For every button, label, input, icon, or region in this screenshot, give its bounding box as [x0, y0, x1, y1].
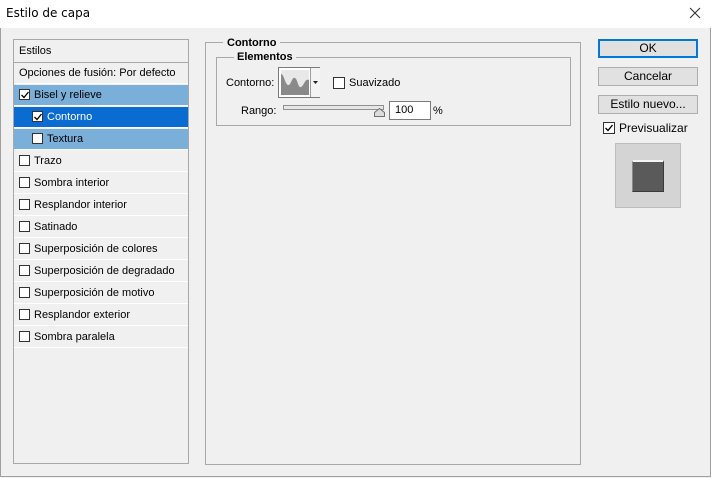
contour-thumbnail[interactable]: [281, 70, 309, 95]
close-icon: [689, 7, 701, 19]
contour-dropdown-button[interactable]: [310, 68, 320, 97]
checkmark-icon: [34, 113, 43, 121]
style-checkbox[interactable]: [19, 331, 30, 342]
dropdown-arrow-icon: [313, 81, 318, 84]
style-checkbox[interactable]: [19, 89, 30, 100]
style-checkbox[interactable]: [32, 111, 43, 122]
blending-options-item[interactable]: Opciones de fusión: Por defecto: [14, 63, 188, 84]
style-checkbox[interactable]: [19, 287, 30, 298]
style-item-textura[interactable]: Textura: [14, 129, 188, 150]
style-item-label: Contorno: [47, 111, 93, 123]
styles-header-label: Estilos: [19, 45, 52, 57]
style-checkbox[interactable]: [32, 133, 43, 144]
style-item-contorno[interactable]: Contorno: [14, 107, 188, 128]
style-item-satinado[interactable]: Satinado: [14, 217, 188, 238]
style-item-label: Trazo: [34, 155, 62, 167]
style-item-superposicion-de-colores[interactable]: Superposición de colores: [14, 239, 188, 260]
contour-picker[interactable]: [278, 67, 320, 98]
style-item-sombra-interior[interactable]: Sombra interior: [14, 173, 188, 194]
smooth-checkbox[interactable]: [333, 77, 345, 89]
contour-label: Contorno:: [226, 77, 275, 89]
title-bar: Estilo de capa: [0, 0, 711, 28]
style-item-label: Sombra interior: [34, 177, 110, 189]
style-checkbox[interactable]: [19, 221, 30, 232]
close-button[interactable]: [682, 2, 708, 24]
cancel-button[interactable]: Cancelar: [598, 67, 698, 86]
style-item-superposicion-de-motivo[interactable]: Superposición de motivo: [14, 283, 188, 304]
elements-group-title: Elementos: [234, 51, 296, 63]
preview-swatch: [632, 160, 664, 192]
contour-curve-icon: [281, 74, 309, 95]
style-item-label: Textura: [47, 133, 84, 145]
range-unit-label: %: [433, 105, 443, 117]
style-item-resplandor-interior[interactable]: Resplandor interior: [14, 195, 188, 216]
style-checkbox[interactable]: [19, 309, 30, 320]
preview-checkbox[interactable]: [603, 122, 615, 134]
range-slider-track[interactable]: [283, 105, 384, 110]
preview-thumbnail: [615, 143, 681, 208]
style-item-label: Superposición de degradado: [34, 265, 175, 277]
style-item-trazo[interactable]: Trazo: [14, 151, 188, 172]
range-input[interactable]: 100: [389, 101, 431, 120]
window-title: Estilo de capa: [6, 6, 91, 20]
style-item-label: Superposición de motivo: [34, 287, 155, 299]
style-item-resplandor-exterior[interactable]: Resplandor exterior: [14, 305, 188, 326]
style-item-bisel-y-relieve[interactable]: Bisel y relieve: [14, 85, 188, 106]
contour-group-title: Contorno: [223, 37, 281, 49]
style-item-label: Resplandor exterior: [34, 309, 130, 321]
style-checkbox[interactable]: [19, 155, 30, 166]
styles-panel: Estilos Opciones de fusión: Por defecto …: [13, 39, 189, 464]
style-item-label: Sombra paralela: [34, 331, 115, 343]
smooth-label: Suavizado: [349, 77, 401, 89]
style-item-label: Bisel y relieve: [34, 89, 102, 101]
checkmark-icon: [21, 91, 30, 99]
style-checkbox[interactable]: [19, 243, 30, 254]
checkmark-icon: [605, 124, 614, 132]
style-checkbox[interactable]: [19, 265, 30, 276]
preview-label: Previsualizar: [619, 121, 688, 135]
range-slider-thumb[interactable]: [374, 108, 385, 117]
ok-button[interactable]: OK: [598, 39, 698, 58]
styles-header[interactable]: Estilos: [14, 40, 188, 63]
range-label: Rango:: [241, 105, 277, 117]
style-item-label: Superposición de colores: [34, 243, 158, 255]
new-style-button[interactable]: Estilo nuevo...: [598, 95, 698, 114]
style-item-sombra-paralela[interactable]: Sombra paralela: [14, 327, 188, 348]
blending-options-label: Opciones de fusión: Por defecto: [19, 67, 176, 79]
style-item-label: Resplandor interior: [34, 199, 127, 211]
style-item-label: Satinado: [34, 221, 78, 233]
style-checkbox[interactable]: [19, 199, 30, 210]
style-checkbox[interactable]: [19, 177, 30, 188]
style-item-superposicion-de-degradado[interactable]: Superposición de degradado: [14, 261, 188, 282]
